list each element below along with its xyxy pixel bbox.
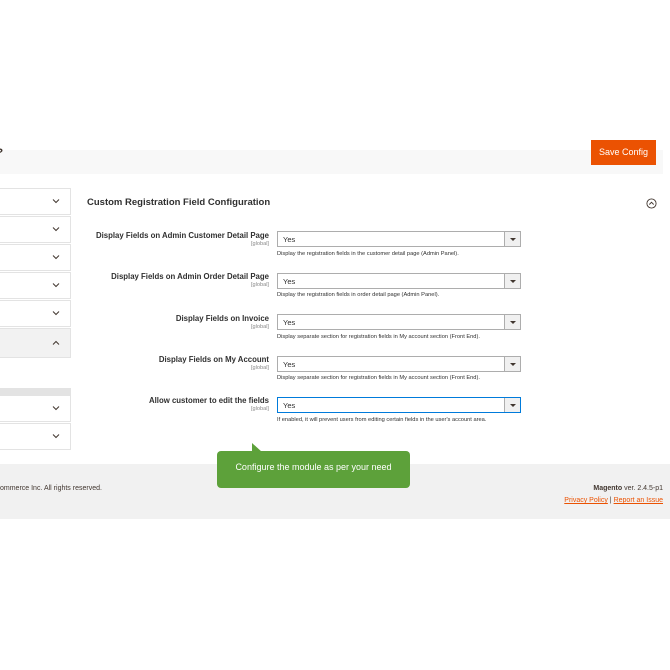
sidebar-tab-2[interactable] <box>0 216 71 243</box>
dropdown-arrow-icon[interactable] <box>504 398 520 412</box>
sidebar-tab-4[interactable] <box>0 272 71 299</box>
select-value: Yes <box>283 235 296 244</box>
field-note: Display the registration fields in order… <box>277 292 440 298</box>
help-icon[interactable]: ? <box>0 148 7 159</box>
dropdown-arrow-icon[interactable] <box>504 315 520 329</box>
sidebar-tab-1[interactable] <box>0 188 71 215</box>
field-note: Display separate section for registratio… <box>277 375 480 381</box>
dropdown-arrow-icon[interactable] <box>504 232 520 246</box>
chevron-down-icon <box>52 255 60 260</box>
select-value: Yes <box>283 318 296 327</box>
select-value: Yes <box>283 401 296 410</box>
scope-label: [global] <box>250 282 269 288</box>
section-title[interactable]: Custom Registration Field Configuration <box>87 197 270 208</box>
version-text: Magento ver. 2.4.5-p1 <box>593 485 663 492</box>
dropdown-arrow-icon[interactable] <box>504 274 520 288</box>
field-note: If enabled, it will prevent users from e… <box>277 417 487 423</box>
chevron-down-icon <box>52 283 60 288</box>
scope-label: [global] <box>250 241 269 247</box>
page-actions-bar <box>0 150 663 174</box>
report-issue-link[interactable]: Report an Issue <box>614 497 663 504</box>
privacy-policy-link[interactable]: Privacy Policy <box>564 497 608 504</box>
field-label-invoice: Display Fields on Invoice <box>175 314 269 323</box>
brand-name: Magento <box>593 485 623 492</box>
select-allow-edit[interactable]: Yes <box>277 397 521 413</box>
field-label-allow-edit: Allow customer to edit the fields <box>149 396 269 405</box>
collapse-section-icon[interactable] <box>646 198 657 209</box>
field-note: Display separate section for registratio… <box>277 334 480 340</box>
scope-label: [global] <box>250 365 269 371</box>
chevron-down-icon <box>52 406 60 411</box>
scope-label: [global] <box>250 406 269 412</box>
select-value: Yes <box>283 360 296 369</box>
config-sidebar <box>0 188 72 450</box>
field-label-my-account: Display Fields on My Account <box>158 355 269 364</box>
sidebar-tab-8[interactable] <box>0 423 71 450</box>
chevron-down-icon <box>52 434 60 439</box>
annotation-callout: Configure the module as per your need <box>217 451 410 488</box>
field-note: Display the registration fields in the c… <box>277 251 459 257</box>
dropdown-arrow-icon[interactable] <box>504 357 520 371</box>
field-label-admin-customer-detail: Display Fields on Admin Customer Detail … <box>95 231 269 240</box>
select-value: Yes <box>283 277 296 286</box>
select-invoice[interactable]: Yes <box>277 314 521 330</box>
chevron-down-icon <box>52 227 60 232</box>
sidebar-tab-6-expanded[interactable] <box>0 328 71 358</box>
select-admin-customer-detail[interactable]: Yes <box>277 231 521 247</box>
save-config-button[interactable]: Save Config <box>591 140 656 165</box>
scope-label: [global] <box>250 324 269 330</box>
footer-links: Privacy Policy | Report an Issue <box>564 497 663 504</box>
sidebar-tab-3[interactable] <box>0 244 71 271</box>
chevron-down-icon <box>52 311 60 316</box>
sidebar-tab-5[interactable] <box>0 300 71 327</box>
copyright-text: ommerce Inc. All rights reserved. <box>0 485 102 492</box>
chevron-up-icon <box>52 340 60 345</box>
select-my-account[interactable]: Yes <box>277 356 521 372</box>
version-number: ver. 2.4.5-p1 <box>622 485 663 492</box>
sidebar-tab-7[interactable] <box>0 395 71 422</box>
field-label-admin-order-detail: Display Fields on Admin Order Detail Pag… <box>111 272 269 281</box>
select-admin-order-detail[interactable]: Yes <box>277 273 521 289</box>
chevron-down-icon <box>52 199 60 204</box>
